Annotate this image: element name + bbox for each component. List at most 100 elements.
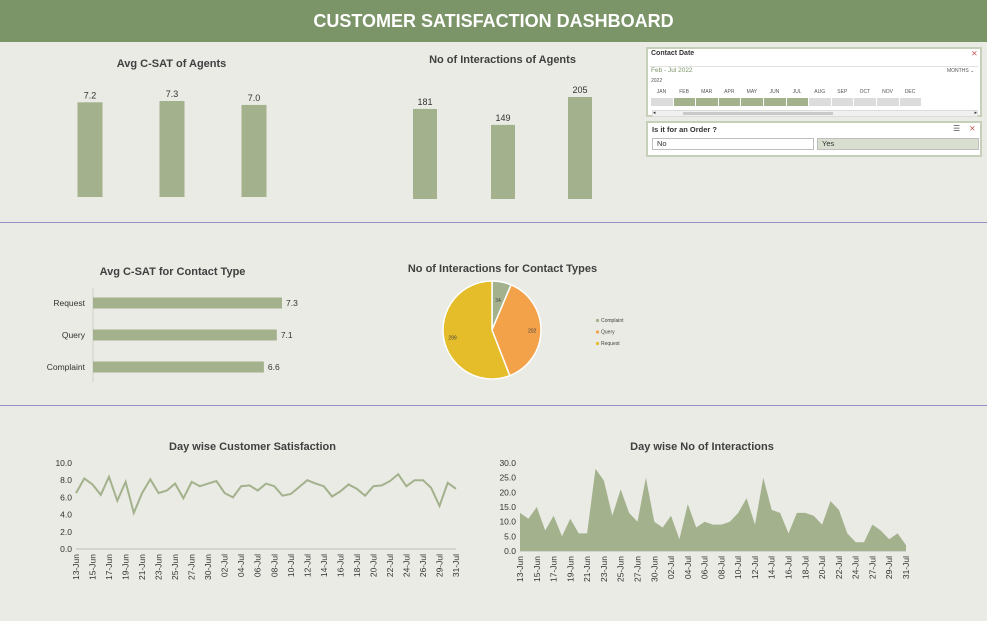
month-label: DEC [904,89,916,95]
time-level-selector[interactable]: MONTHS ⌄ [947,68,974,74]
x-tick-label: 16-Jul [335,554,345,577]
x-tick-label: 04-Jul [683,556,693,579]
month-cell-mar[interactable] [696,98,718,106]
x-tick-label: 02-Jul [666,556,676,579]
x-tick-label: 23-Jun [599,556,609,582]
x-tick-label: 30-Jun [203,554,213,580]
legend-marker [595,330,600,334]
multi-select-icon[interactable]: ☰ [953,124,960,133]
month-cell-apr[interactable] [718,98,741,106]
x-tick-label: 30-Jun [649,556,659,582]
month-label: MAY [746,89,758,95]
agent-interactions-chart: 181 149 205 [413,85,592,199]
legend-marker [595,318,600,323]
month-cell-sep[interactable] [831,98,854,106]
bar [93,361,264,373]
x-tick-label: 17-Jun [549,556,559,582]
month-label: AUG [814,89,826,95]
daywise-interactions-title: Day wise No of Interactions [630,441,774,453]
month-cell-aug[interactable] [809,98,831,106]
data-label: 202 [528,329,537,335]
x-tick-label: 06-Jul [253,554,263,577]
x-tick-label: 22-Jul [385,554,395,577]
x-tick-label: 10-Jul [286,554,296,577]
contact-date-slicer-title: Contact Date [651,50,695,57]
data-label: 7.3 [166,89,179,99]
x-tick-label: 14-Jul [319,554,329,577]
y-tick-label: 0.0 [504,546,516,556]
bar [77,102,103,197]
contact-type-interactions-title: No of Interactions for Contact Types [407,263,598,275]
x-tick-label: 25-Jun [170,554,180,580]
scroll-right-icon[interactable]: ▸ [974,111,977,116]
bar [93,297,282,309]
section-divider [0,405,987,406]
agent-csat-chart: 7.2 7.3 7.0 [77,89,267,197]
order-option-no[interactable]: No [652,138,814,150]
x-tick-label: 16-Jul [784,556,794,579]
timeline-scrollbar[interactable]: ◂ ▸ [652,110,978,117]
x-tick-label: 27-Jun [187,554,197,580]
month-cell-nov[interactable] [877,98,899,106]
month-cell-feb[interactable] [673,98,696,106]
area-series [520,468,906,551]
x-tick-label: 27-Jul [867,556,877,579]
x-tick-label: 13-Jun [515,556,525,582]
x-tick-label: 21-Jun [137,554,147,580]
data-label: 205 [572,85,587,95]
x-tick-label: 17-Jun [104,554,114,580]
x-tick-label: 31-Jul [451,554,461,577]
data-label: 34 [495,298,501,304]
x-tick-label: 21-Jun [582,556,592,582]
y-tick-label: 10.0 [499,517,516,527]
clear-filter-icon[interactable]: ⨯ [969,124,976,133]
month-label: OCT [859,89,871,95]
x-tick-label: 27-Jun [632,556,642,582]
x-tick-label: 26-Jul [418,554,428,577]
month-cell-jun[interactable] [764,98,786,106]
x-tick-label: 18-Jul [352,554,362,577]
y-tick-label: 0.0 [60,544,72,554]
x-tick-label: 20-Jul [817,556,827,579]
month-cell-jan[interactable] [651,98,673,106]
month-cell-dec[interactable] [899,98,922,106]
contact-date-slicer[interactable]: Contact Date ⨯ Feb - Jul 2022 MONTHS ⌄ 2… [646,47,982,117]
month-cell-oct[interactable] [854,98,876,106]
y-tick-label: 6.0 [60,492,72,502]
x-tick-label: 08-Jul [716,556,726,579]
month-label: SEP [837,89,848,95]
x-tick-label: 08-Jul [269,554,279,577]
scrollbar-thumb[interactable] [683,112,833,115]
month-cell-jul[interactable] [786,98,809,106]
clear-filter-icon[interactable]: ⨯ [971,49,978,58]
x-tick-label: 29-Jul [434,554,444,577]
data-label: 299 [448,335,457,341]
y-tick-label: 4.0 [60,510,72,520]
order-option-yes[interactable]: Yes [817,138,979,150]
x-tick-label: 23-Jun [154,554,164,580]
dashboard-header: CUSTOMER SATISFACTION DASHBOARD [0,0,987,42]
x-tick-label: 06-Jul [700,556,710,579]
y-tick-label: 20.0 [499,487,516,497]
y-tick-label: 2.0 [60,527,72,537]
bar [93,329,277,341]
y-tick-label: 10.0 [55,458,72,468]
data-label: 181 [417,97,432,107]
month-label: JUN [769,89,780,95]
month-cell-may[interactable] [741,98,763,106]
x-tick-label: 02-Jul [220,554,230,577]
bar [568,97,592,199]
contact-type-csat-title: Avg C-SAT for Contact Type [99,266,246,278]
scroll-left-icon[interactable]: ◂ [653,111,656,116]
month-label: NOV [882,89,893,95]
category-label: Query [62,330,86,340]
time-level-label: MONTHS [947,68,969,74]
x-tick-label: 12-Jul [302,554,312,577]
contact-type-csat-chart: Request 7.3 Query 7.1 Complaint 6.6 [47,288,298,382]
y-tick-label: 30.0 [499,458,516,468]
slicer-header-rule [650,66,978,67]
data-label: 7.0 [248,93,261,103]
y-tick-label: 15.0 [499,502,516,512]
contact-type-interactions-chart: 34 202 299 Complaint Query Request [442,280,624,380]
order-slicer[interactable]: Is it for an Order ? ☰ ⨯ No Yes [646,121,982,157]
